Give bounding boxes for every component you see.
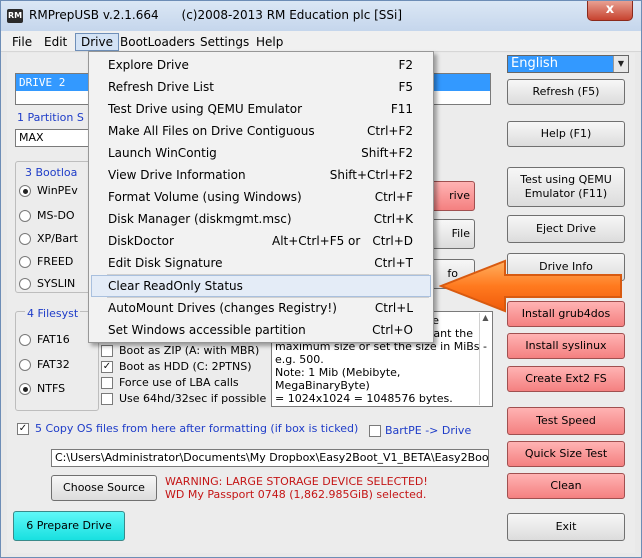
chevron-down-icon[interactable]: ▼ <box>613 56 628 72</box>
radio-ntfs-label: NTFS <box>37 382 66 395</box>
menu-diskdoctor[interactable]: DiskDoctor Alt+Ctrl+F5 or Ctrl+D <box>91 230 431 252</box>
menu-bar: File Edit Drive BootLoaders Settings Hel… <box>1 31 641 52</box>
help-text-line: Note: 1 Mib (Mebibyte, MegaBinaryByte) <box>275 366 401 392</box>
help-text-scrollbar[interactable]: ▲ <box>479 313 491 405</box>
menu-bootloaders[interactable]: BootLoaders <box>115 33 200 51</box>
test-qemu-label-line2: Emulator (F11) <box>524 187 608 200</box>
prepare-drive-button[interactable]: 6 Prepare Drive <box>13 511 125 541</box>
orange-arrow-icon <box>439 259 622 313</box>
test-qemu-button[interactable]: Test using QEMU Emulator (F11) <box>507 167 625 207</box>
radio-xp-bart-label: XP/Bart <box>37 232 78 245</box>
title-bar[interactable]: RM RMPrepUSB v.2.1.664 (c)2008-2013 RM E… <box>1 1 641 31</box>
menu-set-accessible-partition[interactable]: Set Windows accessible partition Ctrl+O <box>91 319 431 341</box>
bootloader-label: 3 Bootloa <box>25 166 78 179</box>
menu-format-volume[interactable]: Format Volume (using Windows) Ctrl+F <box>91 186 431 208</box>
menu-disk-manager[interactable]: Disk Manager (diskmgmt.msc) Ctrl+K <box>91 208 431 230</box>
bootloader-group <box>15 161 95 293</box>
bartpe-label: BartPE -> Drive <box>385 424 472 437</box>
checkbox-force-lba[interactable] <box>101 377 113 389</box>
radio-msdos[interactable] <box>19 210 31 222</box>
quick-size-test-button[interactable]: Quick Size Test <box>507 441 625 467</box>
menu-edit[interactable]: Edit <box>39 33 72 51</box>
checkbox-copy-os[interactable] <box>17 423 29 435</box>
radio-msdos-label: MS-DO <box>37 209 75 222</box>
checkbox-boot-hdd-label: Boot as HDD (C: 2PTNS) <box>119 360 252 373</box>
menu-edit-disk-signature[interactable]: Edit Disk Signature Ctrl+T <box>91 252 431 274</box>
radio-xp-bart[interactable] <box>19 233 31 245</box>
menu-automount-drives[interactable]: AutoMount Drives (changes Registry!) Ctrl… <box>91 297 431 319</box>
menu-make-contiguous[interactable]: Make All Files on Drive Contiguous Ctrl+F… <box>91 120 431 142</box>
radio-fat16-label: FAT16 <box>37 333 70 346</box>
menu-explore-drive[interactable]: Explore Drive F2 <box>91 54 431 76</box>
menu-launch-wincontig[interactable]: Launch WinContig Shift+F2 <box>91 142 431 164</box>
menu-refresh-drive-list[interactable]: Refresh Drive List F5 <box>91 76 431 98</box>
partition-size-label: 1 Partition S <box>17 111 84 124</box>
radio-fat32-label: FAT32 <box>37 358 70 371</box>
menu-view-drive-info[interactable]: View Drive Information Shift+Ctrl+F2 <box>91 164 431 186</box>
checkbox-boot-zip[interactable] <box>101 345 113 357</box>
radio-syslinux-label: SYSLIN <box>37 277 76 290</box>
radio-ntfs[interactable] <box>19 383 31 395</box>
help-text-line: e.g. 500. <box>275 353 324 366</box>
app-icon: RM <box>7 9 23 23</box>
eject-drive-button[interactable]: Eject Drive <box>507 215 625 243</box>
checkbox-boot-zip-label: Boot as ZIP (A: with MBR) <box>119 344 260 357</box>
test-speed-button[interactable]: Test Speed <box>507 407 625 435</box>
language-select-value: English <box>511 56 558 71</box>
menu-file[interactable]: File <box>7 33 37 51</box>
checkbox-64hd[interactable] <box>101 393 113 405</box>
checkbox-force-lba-label: Force use of LBA calls <box>119 376 239 389</box>
copyright-text: (c)2008-2013 RM Education plc [SSi] <box>181 8 403 22</box>
exit-button[interactable]: Exit <box>507 513 625 541</box>
help-button[interactable]: Help (F1) <box>507 121 625 147</box>
source-path-input[interactable]: C:\Users\Administrator\Documents\My Drop… <box>51 449 489 467</box>
radio-fat32[interactable] <box>19 359 31 371</box>
close-icon[interactable]: x <box>587 1 633 21</box>
radio-syslinux[interactable] <box>19 278 31 290</box>
warning-large-device: WARNING: LARGE STORAGE DEVICE SELECTED! <box>165 475 428 488</box>
test-qemu-label-line1: Test using QEMU <box>520 173 612 186</box>
warning-device-selected: WD My Passport 0748 (1,862.985GiB) selec… <box>165 488 427 501</box>
install-syslinux-button[interactable]: Install syslinux <box>507 333 625 359</box>
checkbox-bartpe[interactable] <box>369 425 381 437</box>
menu-test-qemu[interactable]: Test Drive using QEMU Emulator F11 <box>91 98 431 120</box>
clean-button[interactable]: Clean <box>507 473 625 499</box>
choose-source-button[interactable]: Choose Source <box>51 475 157 501</box>
menu-help[interactable]: Help <box>251 33 288 51</box>
partition-size-input[interactable]: MAX <box>15 129 95 147</box>
refresh-button[interactable]: Refresh (F5) <box>507 79 625 105</box>
filesystem-label: 4 Filesyst <box>25 307 81 320</box>
drive-menu-dropdown: Explore Drive F2 Refresh Drive List F5 Tes… <box>88 51 434 343</box>
radio-freedos[interactable] <box>19 256 31 268</box>
copy-os-label: 5 Copy OS files from here after formatti… <box>35 422 359 435</box>
radio-winpe-label: WinPEv <box>37 184 78 197</box>
checkbox-boot-hdd[interactable] <box>101 361 113 373</box>
menu-settings[interactable]: Settings <box>195 33 254 51</box>
checkbox-64hd-label: Use 64hd/32sec if possible <box>119 392 267 405</box>
menu-clear-readonly[interactable]: Clear ReadOnly Status <box>91 275 431 297</box>
menu-drive[interactable]: Drive <box>75 33 119 51</box>
rmprepusb-window: RM RMPrepUSB v.2.1.664 (c)2008-2013 RM E… <box>0 0 642 558</box>
create-ext2-button[interactable]: Create Ext2 FS <box>507 366 625 392</box>
radio-winpe[interactable] <box>19 185 31 197</box>
window-title: RMPrepUSB v.2.1.664 (c)2008-2013 RM Educ… <box>29 8 402 22</box>
language-select[interactable]: English ▼ <box>507 55 629 73</box>
radio-freedos-label: FREED <box>37 255 74 268</box>
radio-fat16[interactable] <box>19 334 31 346</box>
help-text-line: = 1024x1024 = 1048576 bytes. <box>275 392 453 405</box>
app-title: RMPrepUSB v.2.1.664 <box>29 8 159 22</box>
